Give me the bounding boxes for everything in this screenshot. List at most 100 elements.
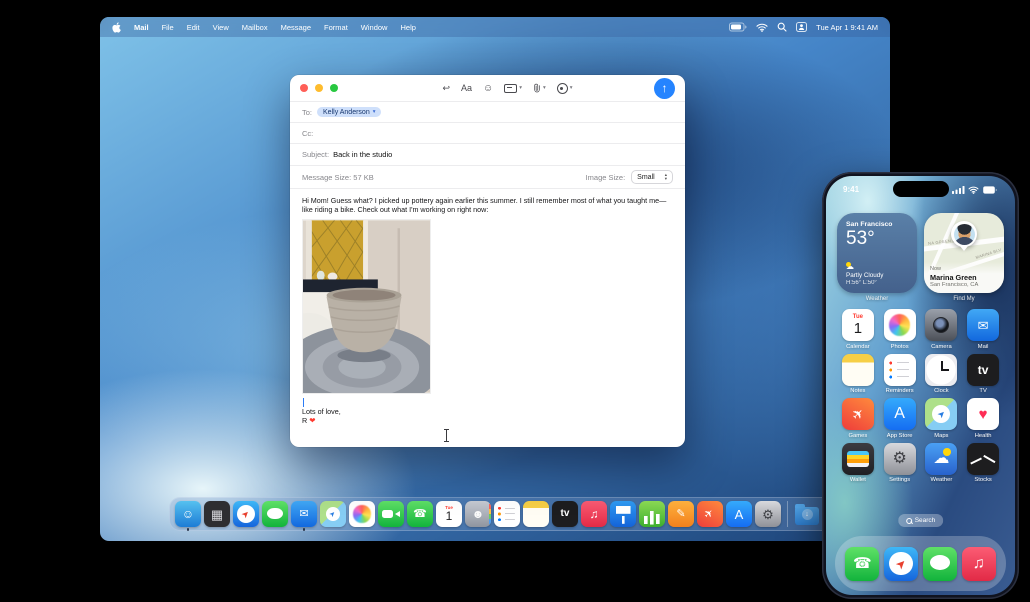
message-size-value: 57 KB (353, 172, 374, 182)
menu-mailbox[interactable]: Mailbox (242, 23, 268, 32)
dock-calendar-icon[interactable]: Tue 1 (436, 501, 462, 527)
subject-value: Back in the studio (333, 150, 393, 159)
minimize-button[interactable] (315, 84, 323, 92)
iphone-home-screen: 9:41 San Francisco 53° ☁ Partly Cloudy H… (826, 176, 1015, 595)
send-button[interactable]: ↑ (654, 77, 675, 99)
iphone-app-stocks[interactable]: Stocks (967, 442, 1000, 483)
menu-window[interactable]: Window (361, 23, 388, 32)
running-indicator (302, 528, 306, 531)
iphone-app-mail[interactable]: ✉ Mail (967, 309, 1000, 350)
mac-desktop: Mail File Edit View Mailbox Message Format Wind… (100, 17, 890, 541)
format-icon[interactable]: Aa (461, 83, 472, 93)
iphone-app-maps[interactable]: ➤ Maps (925, 398, 958, 439)
search-pill[interactable]: Search (897, 514, 944, 527)
iphone-app-settings[interactable]: ⚙ Settings (883, 442, 916, 483)
iphone-app-appstore[interactable]: A App Store (883, 398, 916, 439)
dock-settings-icon[interactable]: ⚙ (755, 501, 781, 527)
search-icon[interactable] (777, 22, 787, 32)
iphone-dock-messages-icon[interactable] (922, 546, 957, 581)
dock-contacts-icon[interactable]: ☻ (465, 501, 491, 527)
dock-maps-icon[interactable]: ➤ (320, 501, 346, 527)
app-label: Games (848, 432, 868, 439)
app-label: Clock (934, 388, 949, 394)
menu-format[interactable]: Format (324, 23, 348, 32)
iphone-app-photos[interactable]: Photos (883, 309, 916, 350)
message-body[interactable]: Hi Mom! Guess what? I picked up pottery … (290, 189, 685, 442)
apple-menu-icon[interactable] (112, 21, 121, 33)
wifi-icon (968, 186, 979, 194)
dock-music-icon[interactable]: ♫ (581, 501, 607, 527)
iphone-app-reminders[interactable]: Reminders (883, 353, 916, 394)
app-label: Notes (850, 388, 866, 394)
iphone-dock-phone-icon[interactable]: ☎ (845, 546, 880, 581)
attachment-icon[interactable]: ▾ (533, 82, 546, 94)
iphone-dock-music-icon[interactable]: ♫ (961, 546, 996, 581)
iphone-clock: 9:41 (843, 185, 860, 194)
iphone-dock-safari-icon[interactable]: ➤ (884, 546, 919, 581)
mail-titlebar[interactable]: ↩ Aa ☺ ▾ ▾ ▾ ↑ (290, 75, 685, 102)
dock: ☺ ▦ ➤ ✉ ➤ ☎ Tue 1 ☻ tv ♫ ✎ ✈ A ⚙ ↓ (169, 497, 854, 531)
dock-phone-icon[interactable]: ☎ (407, 501, 433, 527)
dock-pages-icon[interactable]: ✎ (668, 501, 694, 527)
recipient-token[interactable]: Kelly Anderson ▾ (317, 107, 382, 117)
dock-mail-icon[interactable]: ✉ (291, 501, 317, 531)
chevron-down-icon: ▾ (543, 85, 546, 91)
dock-safari-icon[interactable]: ➤ (233, 501, 259, 527)
dock-numbers-icon[interactable] (639, 501, 665, 527)
dock-facetime-icon[interactable] (378, 501, 404, 527)
control-center-icon[interactable] (796, 22, 808, 32)
menu-edit[interactable]: Edit (187, 23, 200, 32)
insert-photo-icon[interactable]: ▾ (556, 82, 573, 94)
dock-photos-icon[interactable] (349, 501, 375, 527)
dock-launchpad-icon[interactable]: ▦ (204, 501, 230, 527)
iphone-app-clock[interactable]: Clock (925, 353, 958, 394)
cc-field[interactable]: Cc: (290, 123, 685, 144)
dock-keynote-icon[interactable] (610, 501, 636, 527)
dock-appstore-icon[interactable]: A (726, 501, 752, 527)
dock-reminders-icon[interactable] (494, 501, 520, 527)
find-my-widget-label: Find My (953, 296, 975, 302)
close-button[interactable] (300, 84, 308, 92)
screenshot-stage: Mail File Edit View Mailbox Message Format Wind… (0, 0, 1030, 602)
iphone-app-wallet[interactable]: Wallet (841, 442, 874, 483)
iphone-app-games[interactable]: ✈ Games (841, 398, 874, 439)
menu-mail[interactable]: Mail (134, 23, 149, 32)
subject-field[interactable]: Subject: Back in the studio (290, 144, 685, 166)
iphone-app-notes[interactable]: Notes (841, 353, 874, 394)
dock-tv-icon[interactable]: tv (552, 501, 578, 527)
header-fields-icon[interactable]: ▾ (504, 83, 522, 93)
menu-view[interactable]: View (213, 23, 229, 32)
wifi-icon[interactable] (756, 23, 768, 32)
app-label: Maps (934, 432, 949, 439)
recipient-name: Kelly Anderson (323, 108, 370, 116)
menu-message[interactable]: Message (281, 23, 311, 32)
iphone-app-health[interactable]: ♥ Health (967, 398, 1000, 439)
dock-finder-icon[interactable]: ☺ (175, 501, 201, 531)
to-field[interactable]: To: Kelly Anderson ▾ (290, 102, 685, 123)
zoom-button[interactable] (330, 84, 338, 92)
menu-file[interactable]: File (162, 23, 174, 32)
emoji-icon[interactable]: ☺ (483, 83, 493, 94)
iphone-app-tv[interactable]: tv TV (967, 353, 1000, 394)
chevron-down-icon: ▾ (372, 109, 376, 115)
pottery-photo[interactable] (302, 219, 431, 394)
undo-icon[interactable]: ↩ (442, 83, 450, 94)
menu-bar-clock[interactable]: Tue Apr 1 9:41 AM (816, 23, 878, 32)
dock-divider (787, 501, 788, 527)
find-my-widget[interactable]: NA GREEN DR MARINA BLV Now Marina Green … (924, 213, 1004, 302)
iphone-app-weather[interactable]: ☁ Weather (925, 442, 958, 483)
iphone-app-calendar[interactable]: Tue 1 Calendar (841, 309, 874, 350)
weather-widget[interactable]: San Francisco 53° ☁ Partly Cloudy H:56° … (837, 213, 917, 302)
dock-downloads-icon[interactable]: ↓ (794, 501, 820, 527)
image-size-select[interactable]: Small ▴ ▾ (631, 170, 673, 184)
dock-games-icon[interactable]: ✈ (697, 501, 723, 527)
battery-icon[interactable] (729, 22, 747, 32)
body-paragraph: Hi Mom! Guess what? I picked up pottery … (302, 196, 667, 214)
dock-messages-icon[interactable] (262, 501, 288, 527)
app-label: Mail (977, 343, 989, 350)
subject-label: Subject: (302, 150, 330, 159)
menu-help[interactable]: Help (400, 23, 415, 32)
dock-notes-icon[interactable] (523, 501, 549, 527)
dynamic-island (892, 181, 949, 197)
iphone-app-camera[interactable]: Camera (925, 309, 958, 350)
